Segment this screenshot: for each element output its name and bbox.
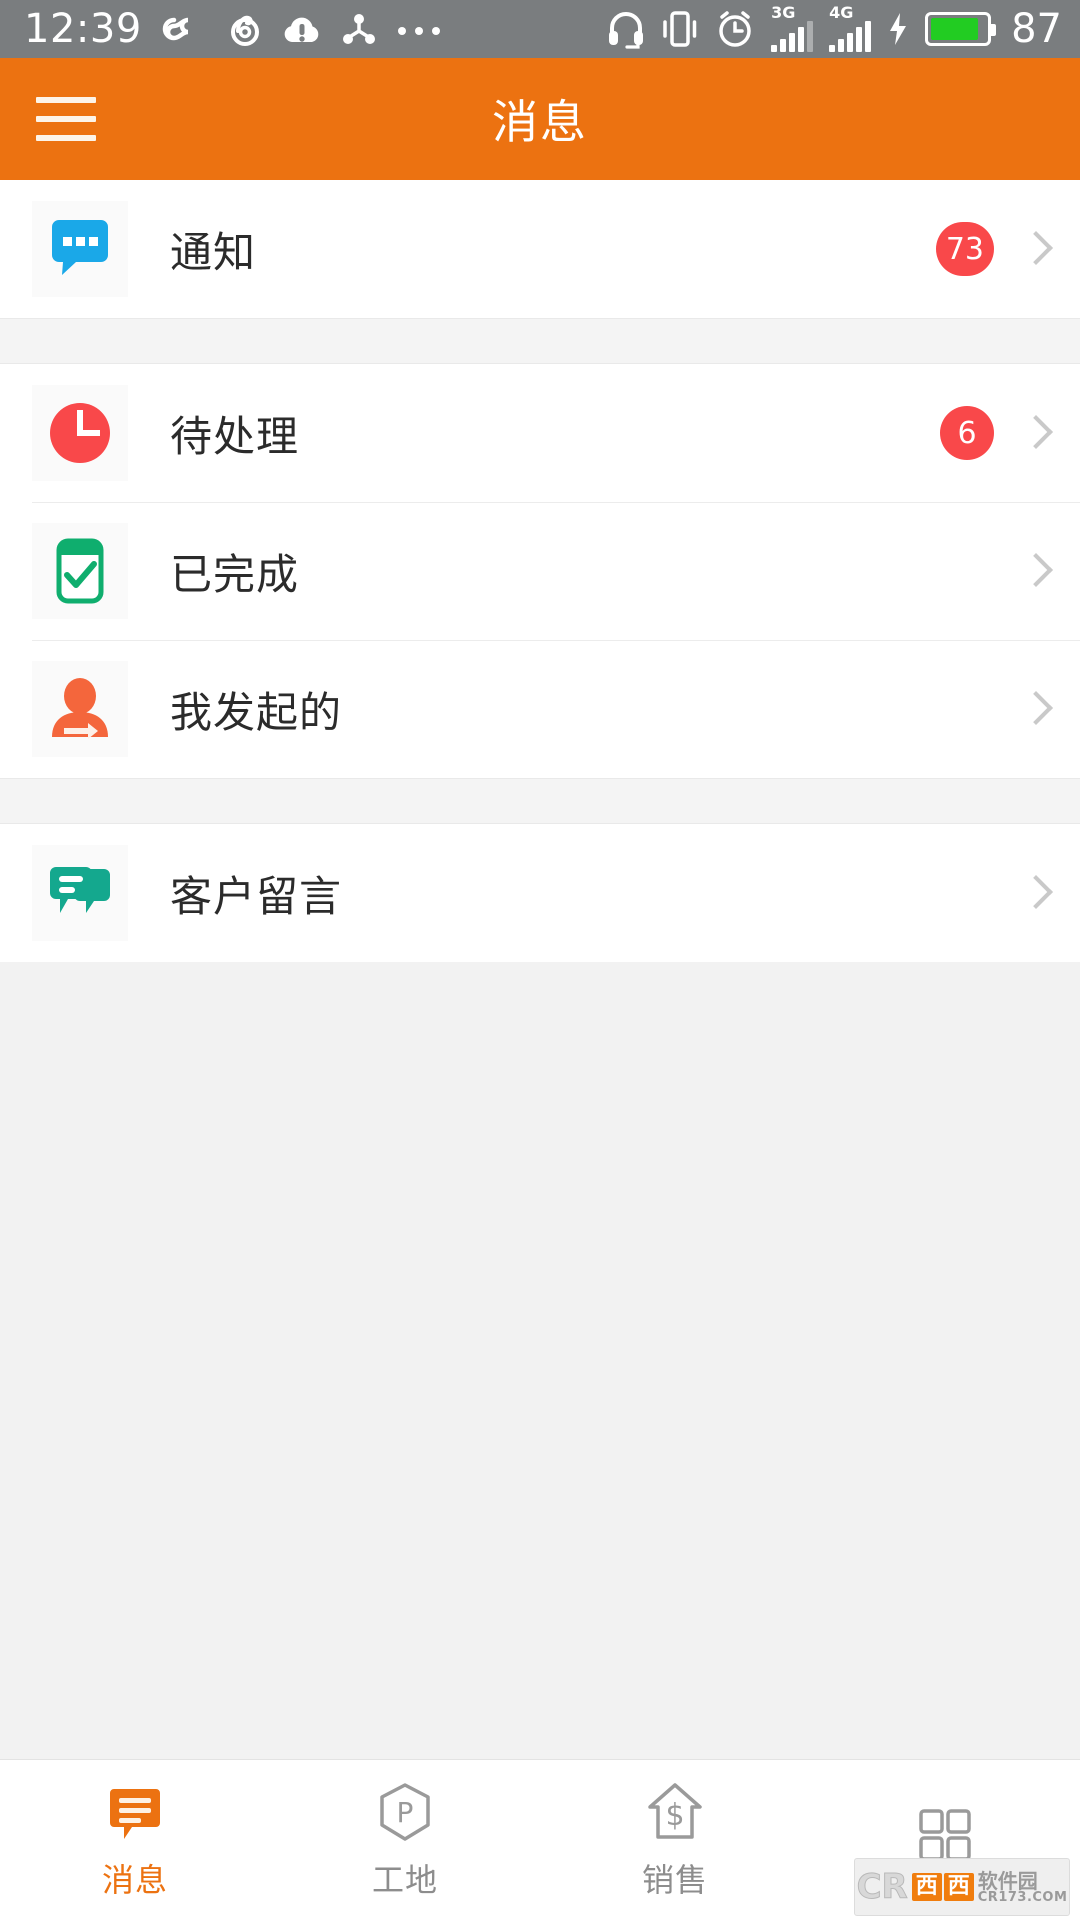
chevron-right-icon xyxy=(1022,229,1044,269)
list-item-label: 已完成 xyxy=(170,549,300,599)
watermark-text: 软件园 CR173.COM xyxy=(978,1871,1068,1904)
netease-music-icon xyxy=(226,11,262,47)
list-group-tasks: 待处理 6 已完成 我发起的 xyxy=(0,364,1080,778)
list-item-notification[interactable]: 通知 73 xyxy=(0,180,1080,318)
alarm-clock-icon xyxy=(715,9,755,49)
status-time: 12:39 xyxy=(24,6,142,52)
list-item-initiated-by-me[interactable]: 我发起的 xyxy=(0,640,1080,778)
signal-4g-bars xyxy=(829,20,872,52)
status-badge: 6 xyxy=(940,406,994,460)
list-item-label: 客户留言 xyxy=(170,871,343,921)
svg-text:$: $ xyxy=(665,1798,684,1833)
watermark-char-1: 西 xyxy=(911,1873,942,1901)
tab-label: 消息 xyxy=(101,1861,168,1899)
tab-messages[interactable]: 消息 xyxy=(0,1760,270,1920)
page-title: 消息 xyxy=(492,95,588,149)
svg-text:P: P xyxy=(397,1796,414,1829)
battery-icon xyxy=(925,12,997,46)
headset-icon xyxy=(607,9,645,49)
charging-bolt-icon xyxy=(887,11,909,47)
tab-sales[interactable]: $ 销售 xyxy=(540,1760,810,1920)
tab-label: 工地 xyxy=(371,1861,438,1899)
watermark-url: CR173.COM xyxy=(977,1889,1068,1905)
chevron-right-icon xyxy=(1022,873,1044,913)
vibrate-icon xyxy=(661,9,699,49)
infinity-icon xyxy=(162,14,206,44)
group-separator xyxy=(0,778,1080,824)
signal-4g-icon: 4G xyxy=(829,2,872,52)
teal-double-chat-icon xyxy=(32,845,128,941)
signal-3g-bars xyxy=(771,20,814,52)
tab-label: 销售 xyxy=(641,1861,708,1899)
list-item-label: 通知 xyxy=(170,227,257,277)
signal-3g-icon: 3G xyxy=(771,2,814,52)
signal-3g-label: 3G xyxy=(771,2,796,22)
list-group-customer: 客户留言 xyxy=(0,824,1080,962)
watermark-chars: 西 西 xyxy=(911,1873,974,1901)
share-network-icon xyxy=(342,12,376,46)
status-bar: 12:39 3G 4G 87 xyxy=(0,0,1080,58)
watermark-name: 软件园 xyxy=(977,1868,1038,1893)
list-item-label: 待处理 xyxy=(170,411,300,461)
blue-message-bubble-icon xyxy=(32,201,128,297)
list-item-label: 我发起的 xyxy=(170,687,343,737)
battery-percent: 87 xyxy=(1011,6,1062,52)
hamburger-icon[interactable] xyxy=(36,97,96,141)
watermark-char-2: 西 xyxy=(943,1873,974,1901)
message-list: 通知 73 待处理 6 已完成 我发起的 客户留言 xyxy=(0,180,1080,1759)
list-group-notifications: 通知 73 xyxy=(0,180,1080,318)
cloud-warning-icon xyxy=(282,12,322,46)
chat-bubble-lines-icon xyxy=(104,1779,166,1845)
shield-dollar-icon: $ xyxy=(644,1779,706,1845)
watermark-brand: CR xyxy=(856,1867,908,1907)
status-badge: 73 xyxy=(935,222,994,276)
more-dots-icon xyxy=(396,22,442,36)
list-item-completed[interactable]: 已完成 xyxy=(0,502,1080,640)
chevron-right-icon xyxy=(1022,413,1044,453)
bottom-tab-bar: 消息 P 工地 $ 销售 CR 西 西 软件园 CR173.COM xyxy=(0,1759,1080,1920)
status-bar-right: 3G 4G 87 xyxy=(607,2,1062,52)
phone-screen: 12:39 3G 4G 87 消息 通知 73 待处理 6 已完成 我发起的 客… xyxy=(0,0,1080,1920)
tab-construction-site[interactable]: P 工地 xyxy=(270,1760,540,1920)
chevron-right-icon xyxy=(1022,551,1044,591)
chevron-right-icon xyxy=(1022,689,1044,729)
group-separator xyxy=(0,318,1080,364)
green-checkbox-icon xyxy=(32,523,128,619)
orange-person-arrow-icon xyxy=(32,661,128,757)
list-item-pending[interactable]: 待处理 6 xyxy=(0,364,1080,502)
signal-4g-label: 4G xyxy=(829,2,854,22)
status-bar-left: 12:39 xyxy=(24,9,442,49)
site-watermark: CR 西 西 软件园 CR173.COM xyxy=(854,1858,1070,1916)
list-item-customer-message[interactable]: 客户留言 xyxy=(0,824,1080,962)
red-clock-icon xyxy=(32,385,128,481)
hexagon-p-icon: P xyxy=(374,1779,436,1845)
app-header: 消息 xyxy=(0,58,1080,180)
